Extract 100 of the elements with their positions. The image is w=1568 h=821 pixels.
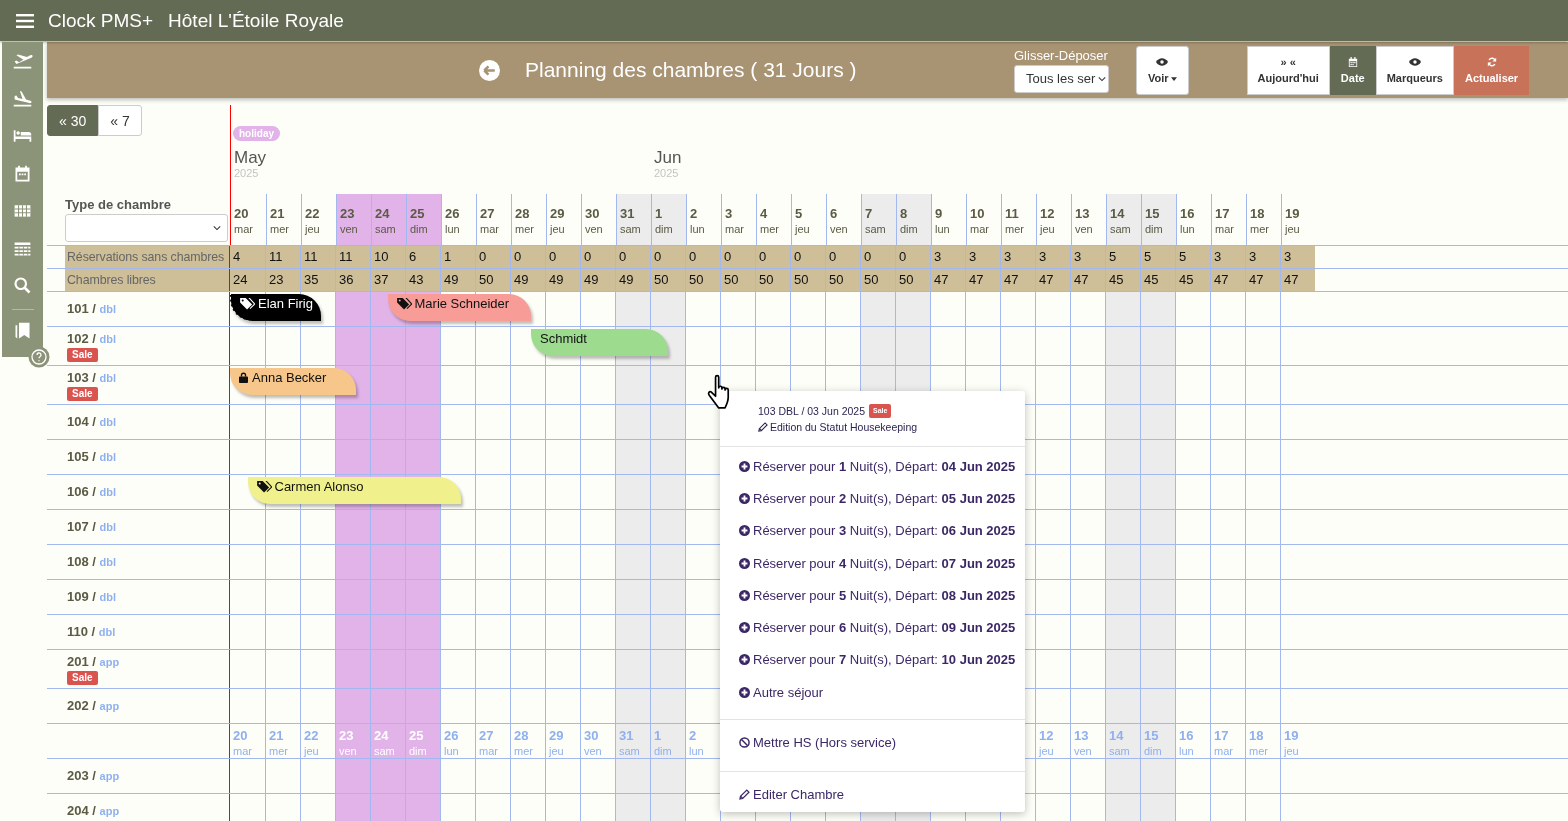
- summary-cell: 0: [790, 246, 825, 268]
- menu-item[interactable]: Réserver pour 2 Nuit(s), Départ: 05 Jun 2025: [720, 482, 1025, 515]
- summary-cell: 47: [1210, 269, 1245, 291]
- toolbar-button[interactable]: Date: [1329, 45, 1376, 95]
- toolbar-button[interactable]: Voir: [1136, 45, 1189, 95]
- day-header: 14 sam: [1106, 194, 1141, 245]
- menu-item[interactable]: Réserver pour 5 Nuit(s), Départ: 08 Jun 2025: [720, 579, 1025, 612]
- day-header: 18 mer: [1246, 194, 1281, 245]
- room-label[interactable]: 103 / dbl: [67, 370, 117, 385]
- summary-cell: 47: [1245, 269, 1280, 291]
- menu-item[interactable]: Réserver pour 7 Nuit(s), Départ: 10 Jun 2025: [720, 643, 1025, 677]
- room-label[interactable]: 106 / dbl: [67, 484, 117, 499]
- menu-item[interactable]: Réserver pour 3 Nuit(s), Départ: 06 Jun 2025: [720, 514, 1025, 547]
- chevron-down-icon: [213, 225, 221, 231]
- menu-item[interactable]: Réserver pour 4 Nuit(s), Départ: 07 Jun 2025: [720, 546, 1025, 580]
- summary-cell: 49: [510, 269, 545, 291]
- menu-item[interactable]: Réserver pour 6 Nuit(s), Départ: 09 Jun 2025: [720, 611, 1025, 644]
- plus-circle-icon: [739, 686, 750, 698]
- summary-cell: 43: [405, 269, 440, 291]
- room-label[interactable]: 202 / app: [67, 698, 120, 713]
- refresh-icon: [1485, 56, 1498, 67]
- day-header: 12 jeu: [1036, 194, 1071, 245]
- summary-cell: 50: [685, 269, 720, 291]
- summary-cell: 45: [1140, 269, 1175, 291]
- room-label[interactable]: 107 / dbl: [67, 519, 117, 534]
- summary-cell: 11: [335, 246, 370, 268]
- summary-cell: 3: [930, 246, 965, 268]
- holiday-badge: holiday: [233, 126, 280, 141]
- menu-item[interactable]: Réserver pour 1 Nuit(s), Départ: 04 Jun 2025: [720, 450, 1025, 483]
- summary-cell: 0: [755, 246, 790, 268]
- toolbar-button[interactable]: Marqueurs: [1375, 45, 1454, 95]
- chevron-down-icon: [1098, 75, 1107, 82]
- day-header: 15 dim: [1141, 194, 1176, 245]
- summary-cell: 11: [300, 246, 335, 268]
- summary-cell: 10: [370, 246, 405, 268]
- drag-drop-label: Glisser-Déposer: [1014, 47, 1109, 63]
- day-header: 16 lun: [1175, 724, 1210, 758]
- day-header: 27 mar: [476, 194, 511, 245]
- room-label[interactable]: 201 / app: [67, 654, 120, 669]
- summary-cell: 50: [825, 269, 860, 291]
- room-label[interactable]: 108 / dbl: [67, 554, 117, 569]
- day-header: 25 dim: [405, 724, 440, 758]
- range-button[interactable]: « 7: [98, 105, 142, 136]
- help-icon[interactable]: [28, 346, 50, 368]
- summary-cell: 0: [895, 246, 930, 268]
- month-label: May: [234, 149, 267, 167]
- menu-icon[interactable]: [16, 13, 34, 28]
- room-label[interactable]: 102 / dbl: [67, 331, 117, 346]
- summary-cell: 4: [230, 246, 265, 268]
- housekeeping-link[interactable]: Edition du Statut Housekeeping: [758, 421, 1025, 433]
- menu-item[interactable]: Autre séjour: [720, 676, 1025, 709]
- summary-cell: 47: [1000, 269, 1035, 291]
- summary-cell: 3: [1210, 246, 1245, 268]
- room-label[interactable]: 110 / dbl: [67, 624, 116, 639]
- booking-bar[interactable]: Marie Schneider: [387, 294, 531, 321]
- day-header: 24 sam: [370, 724, 405, 758]
- summary-cell: 50: [755, 269, 790, 291]
- day-header: 7 sam: [861, 194, 896, 245]
- room-label[interactable]: 109 / dbl: [67, 589, 117, 604]
- day-header: 14 sam: [1105, 724, 1140, 758]
- summary-cell: 49: [615, 269, 650, 291]
- booking-bar[interactable]: Elan Firig: [230, 294, 321, 321]
- toolbar-button[interactable]: » « Aujourd'hui: [1246, 45, 1330, 95]
- plus-circle-icon: [739, 525, 750, 537]
- menu-item[interactable]: Mettre HS (Hors service): [720, 724, 1025, 761]
- summary-cell: 47: [1035, 269, 1070, 291]
- year-label: 2025: [234, 167, 260, 179]
- room-label[interactable]: 105 / dbl: [67, 449, 117, 464]
- room-label[interactable]: 101 / dbl: [67, 301, 117, 316]
- range-button[interactable]: « 30: [47, 105, 99, 136]
- summary-cell: 35: [300, 269, 335, 291]
- menu-item[interactable]: Editer Chambre: [720, 776, 1025, 813]
- summary-cell: 6: [405, 246, 440, 268]
- day-header: 5 jeu: [791, 194, 826, 245]
- room-label[interactable]: 104 / dbl: [67, 414, 117, 429]
- booking-bar[interactable]: Schmidt: [531, 329, 668, 356]
- tag-icon: [396, 298, 412, 310]
- service-select[interactable]: Tous les ser: [1014, 64, 1109, 93]
- summary-cell: 49: [440, 269, 475, 291]
- summary-cell: 0: [580, 246, 615, 268]
- tag-icon: [240, 298, 255, 310]
- summary-label: Réservations sans chambres: [65, 246, 230, 268]
- room-type-select[interactable]: [65, 214, 228, 242]
- booking-bar[interactable]: Anna Becker: [230, 368, 356, 395]
- booking-bar[interactable]: Carmen Alonso: [247, 477, 461, 504]
- day-header: 1 dim: [650, 724, 685, 758]
- room-label[interactable]: 203 / app: [67, 768, 120, 783]
- day-header: 27 mar: [475, 724, 510, 758]
- day-header: 2 lun: [686, 194, 721, 245]
- day-header: 17 mar: [1210, 724, 1245, 758]
- summary-cell: 3: [1070, 246, 1105, 268]
- day-header: 9 lun: [931, 194, 966, 245]
- summary-cell: 0: [475, 246, 510, 268]
- day-header: 11 mer: [1001, 194, 1036, 245]
- search-icon[interactable]: [12, 275, 33, 296]
- tag-icon: [256, 481, 272, 493]
- room-label[interactable]: 204 / app: [67, 803, 120, 818]
- summary-cell: 24: [230, 269, 265, 291]
- day-header: 3 mar: [721, 194, 756, 245]
- summary-cell: 0: [860, 246, 895, 268]
